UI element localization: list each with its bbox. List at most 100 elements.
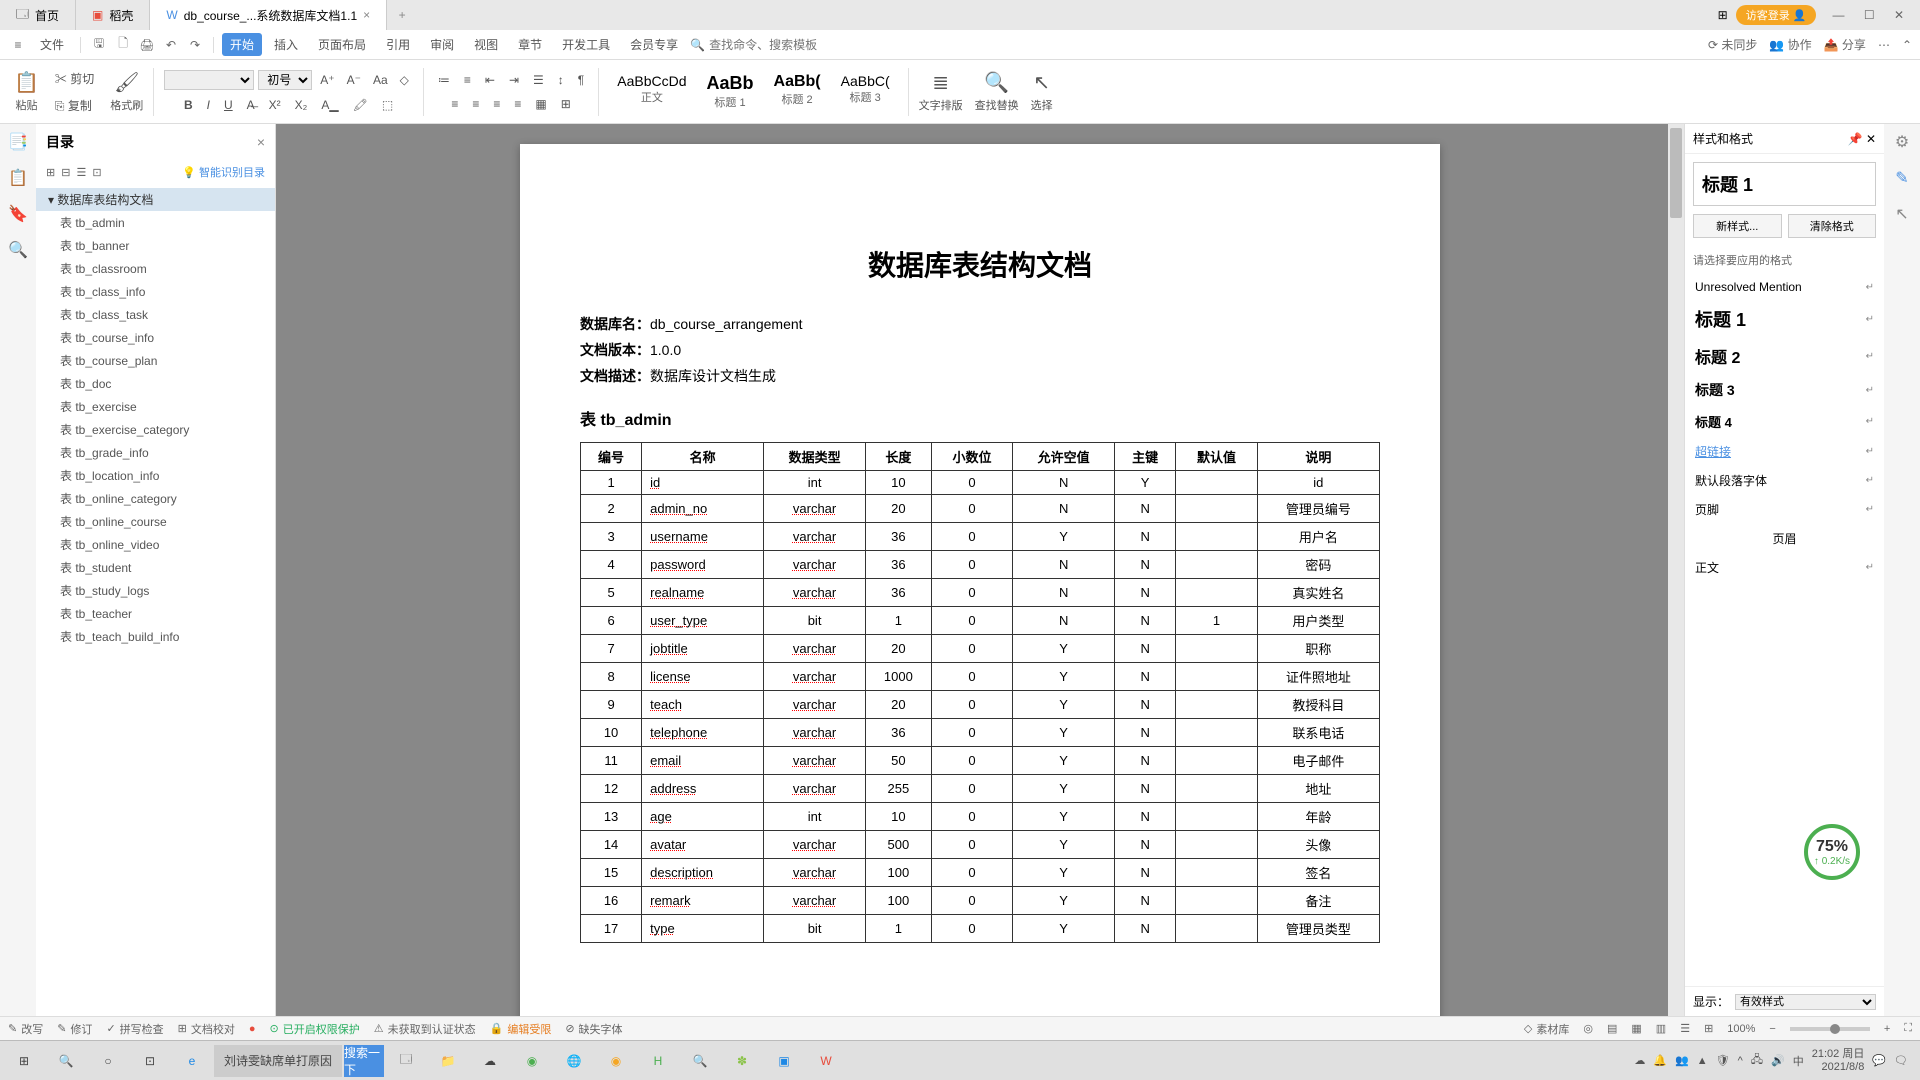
align-justify-icon[interactable]: ≡	[510, 95, 525, 113]
style-list-item[interactable]: Unresolved Mention↵	[1685, 274, 1884, 300]
copy-button[interactable]: ⎘ 复制	[51, 95, 96, 116]
speed-badge[interactable]: 75% ↑ 0.2K/s	[1804, 824, 1860, 880]
sb-not-auth[interactable]: ⚠ 未获取到认证状态	[374, 1021, 476, 1037]
pencil-icon[interactable]: ✎	[1895, 168, 1908, 188]
style-normal[interactable]: AaBbCcDd正文	[611, 71, 692, 112]
clipboard-icon[interactable]: 📋	[8, 168, 28, 188]
vertical-scrollbar[interactable]	[1668, 124, 1684, 1016]
outline-node[interactable]: 表 tb_course_info	[36, 326, 275, 349]
show-marks-icon[interactable]: ¶	[574, 71, 588, 89]
sb-view6-icon[interactable]: ⊞	[1704, 1022, 1713, 1035]
align-left-icon[interactable]: ≡	[447, 95, 462, 113]
style-list-item[interactable]: 页眉	[1685, 524, 1884, 553]
style-heading2[interactable]: AaBb(标题 2	[768, 71, 827, 112]
tb-search-icon[interactable]: 🔍	[46, 1045, 86, 1077]
align-center-icon[interactable]: ≡	[468, 95, 483, 113]
select-button[interactable]: ↖选择	[1025, 66, 1059, 117]
find-replace-button[interactable]: 🔍查找替换	[969, 66, 1025, 117]
scrollbar-thumb[interactable]	[1670, 128, 1682, 218]
fullscreen-icon[interactable]: ⛶	[1904, 1022, 1912, 1035]
tb-app3-icon[interactable]: ◉	[512, 1045, 552, 1077]
char-border-icon[interactable]: ⬚	[378, 96, 397, 114]
indent-inc-icon[interactable]: ⇥	[505, 71, 523, 89]
redo-icon[interactable]: ↷	[185, 38, 205, 52]
cursor-tool-icon[interactable]: ↖	[1895, 204, 1908, 224]
show-select[interactable]: 有效样式	[1735, 994, 1876, 1010]
bold-icon[interactable]: B	[180, 96, 197, 114]
line-spacing-icon[interactable]: ↕	[554, 71, 568, 89]
menu-start[interactable]: 开始	[222, 33, 262, 56]
menu-file[interactable]: 文件	[32, 33, 72, 56]
font-family-select[interactable]	[164, 70, 254, 90]
bullets-icon[interactable]: ≔	[434, 71, 454, 89]
style-list-item[interactable]: 标题 1↵	[1685, 300, 1884, 338]
sb-spellcheck[interactable]: ✓ 拼写检查	[106, 1021, 163, 1037]
subscript-icon[interactable]: X₂	[291, 96, 312, 114]
paste-button[interactable]: 📋粘贴	[8, 66, 45, 117]
hamburger-icon[interactable]: ≡	[8, 38, 28, 52]
tray-icon-5[interactable]: 🛡	[1716, 1054, 1730, 1067]
shading-icon[interactable]: ▦	[531, 95, 550, 113]
menu-member[interactable]: 会员专享	[622, 33, 686, 56]
strike-icon[interactable]: A̶	[243, 96, 259, 114]
tb-wps-icon[interactable]: W	[806, 1045, 846, 1077]
tb-browser-tab[interactable]: 刘诗雯缺席单打原因	[214, 1045, 342, 1077]
tb-app5-icon[interactable]: H	[638, 1045, 678, 1077]
print-icon[interactable]: 🖨	[137, 38, 157, 52]
new-tab-button[interactable]: +	[387, 8, 417, 22]
tray-icon-2[interactable]: 🔔	[1653, 1054, 1667, 1067]
maximize-icon[interactable]: ☐	[1856, 8, 1883, 22]
outline-node[interactable]: 表 tb_exercise	[36, 395, 275, 418]
smart-toc-button[interactable]: 💡 智能识别目录	[182, 164, 265, 180]
tb-app2-icon[interactable]: ☁	[470, 1045, 510, 1077]
close-tab-icon[interactable]: ×	[363, 8, 370, 22]
tb-chrome-icon[interactable]: 🌐	[554, 1045, 594, 1077]
underline-icon[interactable]: U	[220, 96, 237, 114]
tb-explorer-icon[interactable]: 📁	[428, 1045, 468, 1077]
outline-node[interactable]: 表 tb_online_video	[36, 533, 275, 556]
close-outline-icon[interactable]: ×	[257, 134, 265, 150]
taskbar-clock[interactable]: 21:02 周日 2021/8/8	[1812, 1048, 1865, 1072]
menu-page-layout[interactable]: 页面布局	[310, 33, 374, 56]
close-window-icon[interactable]: ✕	[1886, 8, 1912, 22]
change-case-icon[interactable]: Aa	[369, 71, 392, 89]
current-style-display[interactable]: 标题 1	[1693, 162, 1876, 206]
sb-protected[interactable]: ⊙ 已开启权限保护	[270, 1021, 360, 1037]
sb-view3-icon[interactable]: ▦	[1631, 1022, 1641, 1035]
outline-root[interactable]: ▾ 数据库表结构文档	[36, 188, 275, 211]
sb-view1-icon[interactable]: ◎	[1583, 1022, 1593, 1035]
font-decrease-icon[interactable]: A⁻	[343, 71, 365, 89]
search-input[interactable]	[709, 38, 829, 52]
tray-icon-1[interactable]: ☁	[1634, 1054, 1645, 1067]
italic-icon[interactable]: I	[203, 96, 214, 114]
tb-app7-icon[interactable]: ✽	[722, 1045, 762, 1077]
action-center-icon[interactable]: 🗨	[1894, 1054, 1908, 1067]
expand-icon[interactable]: ⊞	[46, 166, 55, 179]
gear-icon[interactable]: ⚙	[1895, 132, 1909, 152]
notifications-icon[interactable]: 💬	[1872, 1054, 1886, 1067]
tray-network-icon[interactable]: 🖧	[1751, 1051, 1763, 1070]
tb-app4-icon[interactable]: ◉	[596, 1045, 636, 1077]
tb-app1-icon[interactable]: 🗔	[386, 1045, 426, 1077]
style-list-item[interactable]: 正文↵	[1685, 553, 1884, 582]
style-heading1[interactable]: AaBb标题 1	[701, 71, 760, 112]
zoom-in-icon[interactable]: +	[1884, 1023, 1890, 1035]
undo-icon[interactable]: ↶	[161, 38, 181, 52]
tray-icon-3[interactable]: 👥	[1675, 1054, 1689, 1067]
outline-node[interactable]: 表 tb_online_category	[36, 487, 275, 510]
collab-button[interactable]: 👥 协作	[1769, 36, 1811, 53]
sb-missing-font[interactable]: ⊘ 缺失字体	[565, 1021, 622, 1037]
outline-node[interactable]: 表 tb_course_plan	[36, 349, 275, 372]
print-preview-icon[interactable]: 🗋	[113, 34, 133, 55]
tray-icon-4[interactable]: ▲	[1697, 1055, 1708, 1067]
tab-home[interactable]: 🗔首页	[0, 0, 76, 30]
font-increase-icon[interactable]: A⁺	[316, 71, 338, 89]
borders-icon[interactable]: ⊞	[557, 95, 575, 113]
login-button[interactable]: 访客登录 👤	[1736, 5, 1817, 25]
share-button[interactable]: 📤 分享	[1824, 36, 1866, 53]
menu-devtools[interactable]: 开发工具	[554, 33, 618, 56]
workspace-icon[interactable]: ⊞	[1718, 8, 1728, 22]
tb-taskview-icon[interactable]: ⊡	[130, 1045, 170, 1077]
sb-view2-icon[interactable]: ▤	[1607, 1022, 1617, 1035]
save-icon[interactable]: 🖫	[89, 34, 109, 55]
